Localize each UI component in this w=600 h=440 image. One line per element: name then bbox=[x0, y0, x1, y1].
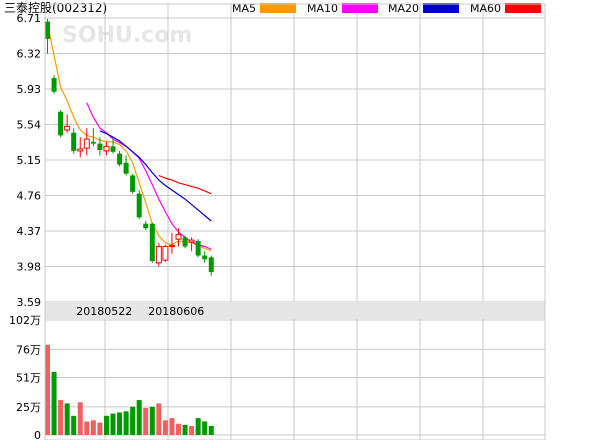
volume-bar bbox=[189, 425, 195, 435]
candle-body bbox=[58, 111, 64, 136]
candle-body bbox=[71, 132, 77, 151]
candle-body bbox=[195, 241, 201, 256]
candle-body bbox=[83, 138, 90, 149]
price-tick-label: 5.15 bbox=[17, 154, 42, 167]
candle bbox=[208, 255, 214, 276]
price-tick-label: 6.32 bbox=[17, 48, 42, 61]
price-tick-label: 4.76 bbox=[17, 190, 42, 203]
volume-bar bbox=[117, 412, 123, 435]
volume-bar bbox=[110, 413, 116, 435]
candle bbox=[64, 114, 71, 133]
volume-bar bbox=[156, 403, 162, 435]
volume-bar bbox=[51, 371, 57, 435]
stock-chart: SOHU.com 6.716.325.935.545.154.764.373.9… bbox=[4, 1, 546, 440]
candle bbox=[45, 18, 50, 54]
candle bbox=[83, 128, 90, 156]
candle-body bbox=[97, 143, 103, 150]
volume-bar bbox=[149, 406, 155, 435]
price-tick-label: 3.98 bbox=[17, 261, 42, 274]
ma-line-ma20 bbox=[99, 130, 212, 222]
candle bbox=[117, 150, 123, 167]
candle bbox=[71, 128, 77, 154]
candle-body bbox=[143, 223, 149, 229]
chart-border bbox=[44, 3, 546, 440]
grid bbox=[45, 4, 545, 440]
candle-body bbox=[64, 125, 71, 131]
candle-body bbox=[182, 237, 188, 247]
volume-tick-label: 0 bbox=[34, 429, 41, 440]
chart-title: 三泰控股(002312) bbox=[4, 1, 107, 15]
candle bbox=[188, 237, 195, 252]
candlesticks bbox=[45, 18, 214, 276]
volume-bar bbox=[97, 422, 103, 435]
axis-labels: 6.716.325.935.545.154.764.373.983.59102万… bbox=[9, 12, 204, 440]
volume-tick-label: 51万 bbox=[16, 372, 41, 385]
candle bbox=[51, 75, 57, 94]
candle bbox=[143, 220, 149, 231]
candle-body bbox=[136, 193, 142, 218]
volume-bar bbox=[84, 421, 90, 435]
candle-body bbox=[110, 146, 116, 152]
volume-bar bbox=[136, 400, 142, 435]
volume-tick-label: 102万 bbox=[9, 314, 41, 327]
candle-body bbox=[77, 148, 84, 152]
price-tick-label: 5.93 bbox=[17, 83, 42, 96]
candle-body bbox=[168, 245, 175, 248]
price-tick-label: 5.54 bbox=[17, 119, 42, 132]
candle bbox=[77, 137, 84, 158]
candle bbox=[149, 222, 155, 263]
volume-bar bbox=[162, 420, 168, 435]
price-tick-label: 4.37 bbox=[17, 225, 42, 238]
date-label: 20180522 bbox=[76, 305, 132, 318]
candle-body bbox=[51, 78, 57, 92]
volume-bar bbox=[169, 418, 175, 435]
candle-body bbox=[90, 141, 96, 144]
price-tick-label: 3.59 bbox=[17, 296, 42, 309]
candle bbox=[202, 251, 208, 263]
volume-bar bbox=[90, 420, 96, 435]
watermark: SOHU.com bbox=[62, 23, 192, 48]
volume-bar bbox=[64, 403, 70, 435]
volume-tick-label: 76万 bbox=[16, 343, 41, 356]
volume-bar bbox=[45, 344, 50, 435]
volume-bar bbox=[202, 421, 208, 435]
date-label: 20180606 bbox=[148, 305, 204, 318]
candle-body bbox=[188, 239, 195, 243]
candle bbox=[162, 244, 169, 262]
candle-body bbox=[202, 255, 208, 260]
candle-body bbox=[155, 245, 162, 264]
volume-bar bbox=[182, 424, 188, 435]
volume-bar bbox=[143, 407, 149, 435]
volume-bar bbox=[208, 425, 214, 435]
candle-body bbox=[208, 257, 214, 272]
candle bbox=[195, 239, 201, 258]
candle-body bbox=[117, 153, 123, 165]
volume-bar bbox=[123, 411, 129, 435]
candle-body bbox=[149, 223, 155, 262]
candle bbox=[123, 155, 129, 176]
candle-body bbox=[45, 21, 50, 39]
volume-bar bbox=[176, 423, 181, 435]
candle bbox=[130, 173, 136, 194]
volume-bar bbox=[71, 415, 77, 435]
volume-bars bbox=[45, 344, 214, 435]
candle-body bbox=[175, 234, 182, 240]
candle bbox=[155, 242, 162, 267]
volume-bar bbox=[130, 406, 136, 435]
volume-bar bbox=[195, 418, 201, 435]
candle-body bbox=[103, 145, 110, 152]
candle bbox=[182, 235, 188, 249]
volume-bar bbox=[58, 400, 64, 435]
candle-body bbox=[162, 245, 169, 261]
volume-tick-label: 25万 bbox=[16, 401, 41, 414]
volume-bar bbox=[77, 402, 83, 435]
ma-line-ma60 bbox=[158, 174, 212, 195]
candle-body bbox=[130, 175, 136, 192]
candle bbox=[136, 190, 142, 220]
candle-body bbox=[123, 162, 129, 174]
volume-bar bbox=[103, 415, 109, 435]
candle bbox=[58, 109, 64, 138]
